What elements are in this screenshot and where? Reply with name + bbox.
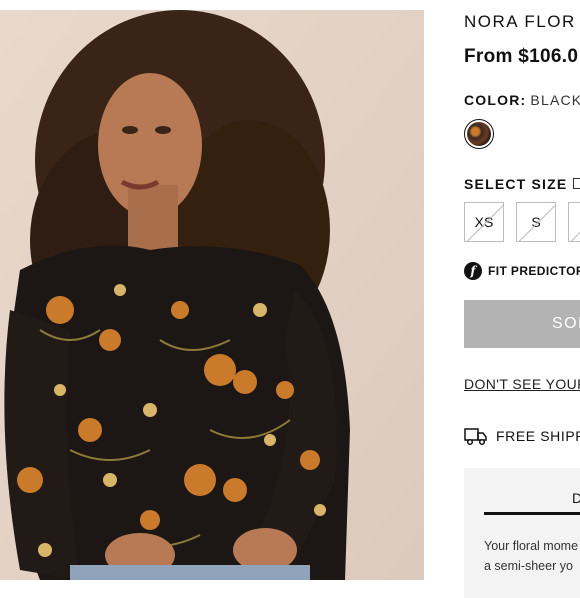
color-label: COLOR:	[464, 92, 527, 108]
description-panel: D Your floral mome a semi-sheer yo	[464, 468, 580, 598]
select-size-label: SELECT SIZE	[464, 176, 568, 192]
size-option-m[interactable]	[568, 202, 580, 242]
size-xs-label: XS	[474, 214, 494, 230]
truck-icon	[464, 428, 487, 446]
product-image[interactable]	[0, 10, 424, 580]
free-shipping-row: FREE SHIPPI	[464, 426, 580, 446]
description-text: Your floral mome a semi-sheer yo	[484, 536, 578, 576]
description-tab[interactable]: D	[572, 490, 580, 506]
size-guide-icon[interactable]	[573, 178, 580, 189]
fit-predictor-label: FIT PREDICTOR	[488, 264, 580, 278]
description-tab-underline	[484, 512, 580, 515]
dont-see-size-link[interactable]: DON'T SEE YOUR	[464, 376, 580, 392]
product-photo-illustration	[0, 10, 424, 580]
product-price: From $106.0	[464, 46, 579, 67]
description-line-2: a semi-sheer yo	[484, 559, 573, 573]
fit-predictor-icon: f	[464, 262, 482, 280]
description-line-1: Your floral mome	[484, 539, 579, 553]
size-s-label: S	[531, 214, 541, 230]
sold-out-button[interactable]: SOLD	[464, 300, 580, 348]
sold-out-label: SOLD	[552, 315, 580, 332]
color-row: COLOR: BLACK	[464, 92, 580, 108]
color-value: BLACK	[530, 92, 580, 108]
free-shipping-label: FREE SHIPPI	[496, 428, 580, 444]
fit-predictor-link[interactable]: f FIT PREDICTOR	[464, 262, 580, 280]
product-title: NORA FLOR	[464, 12, 576, 31]
size-option-s[interactable]: S	[516, 202, 556, 242]
swatch-pattern	[467, 122, 491, 146]
size-option-xs[interactable]: XS	[464, 202, 504, 242]
color-swatch-black[interactable]	[464, 119, 494, 149]
